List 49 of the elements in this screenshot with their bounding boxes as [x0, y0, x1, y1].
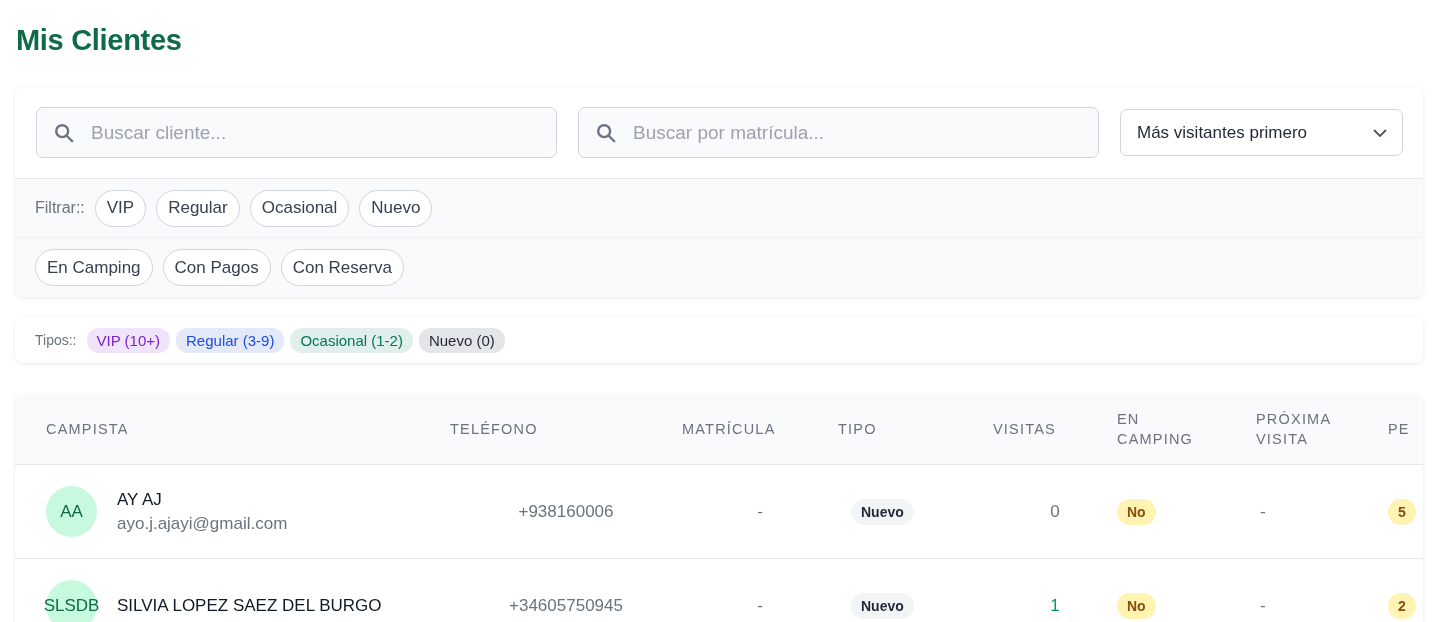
search-input[interactable]: Buscar por matrícula... [631, 120, 1082, 145]
filter-chip[interactable]: Nuevo [359, 189, 433, 227]
count-badge: 5 [1388, 498, 1416, 525]
plate-cell: - [757, 595, 763, 616]
search-field[interactable]: Buscar por matrícula... [578, 107, 1099, 158]
visits-cell: 1 [1050, 595, 1060, 616]
plate-cell: - [757, 501, 763, 522]
filter-chip[interactable]: VIP [94, 189, 147, 227]
client-email: ayo.j.ajayi@gmail.com [117, 513, 288, 534]
camping-badge: No [1117, 592, 1156, 619]
page-title: Mis Clientes [16, 24, 183, 57]
avatar-initials: SLSDB [46, 580, 97, 622]
search-input[interactable]: Buscar cliente... [89, 120, 540, 145]
column-header: EN CAMPING [1117, 410, 1195, 449]
client-name: AY AJ [117, 489, 163, 510]
sort-dropdown[interactable]: Más visitantes primero [1120, 109, 1403, 156]
filter-chip[interactable]: En Camping [35, 249, 153, 286]
camping-badge: No [1117, 498, 1156, 525]
column-header: TELÉFONO [450, 420, 539, 439]
search-field[interactable]: Buscar cliente... [36, 107, 557, 158]
count-badge: 2 [1388, 592, 1416, 619]
visits-cell: 0 [1050, 501, 1060, 522]
type-badge: Nuevo [851, 592, 914, 619]
column-header: MATRÍCULA [682, 420, 777, 439]
filter-label: Filtrar:: [35, 199, 85, 217]
type-tag: VIP (10+) [86, 327, 170, 353]
type-tag: Regular (3-9) [176, 327, 285, 353]
phone-cell: +938160006 [518, 501, 614, 522]
filter-chip[interactable]: Con Reserva [280, 249, 404, 286]
phone-cell: +34605750945 [509, 595, 623, 616]
next-visit-cell-text: - [1260, 501, 1267, 522]
type-tag: Ocasional (1-2) [290, 327, 413, 353]
next-visit-cell-text: - [1260, 595, 1267, 616]
column-header: TIPO [838, 420, 878, 439]
column-header: CAMPISTA [46, 420, 130, 439]
chevron-down-icon [1372, 127, 1388, 138]
column-header: PRÓXIMA VISITA [1256, 410, 1333, 449]
client-name: SILVIA LOPEZ SAEZ DEL BURGO [117, 595, 382, 616]
search-icon [595, 121, 617, 144]
column-header: VISITAS [993, 420, 1057, 439]
filter-chip[interactable]: Regular [156, 189, 240, 227]
legend-label: Tipos:: [35, 332, 77, 348]
filter-chip[interactable]: Con Pagos [162, 249, 271, 286]
search-icon [53, 121, 75, 144]
filter-chip[interactable]: Ocasional [249, 189, 350, 227]
type-tag: Nuevo (0) [418, 327, 505, 353]
avatar-initials: AA [46, 486, 97, 537]
type-badge: Nuevo [851, 498, 914, 525]
column-header: PE [1388, 420, 1411, 439]
